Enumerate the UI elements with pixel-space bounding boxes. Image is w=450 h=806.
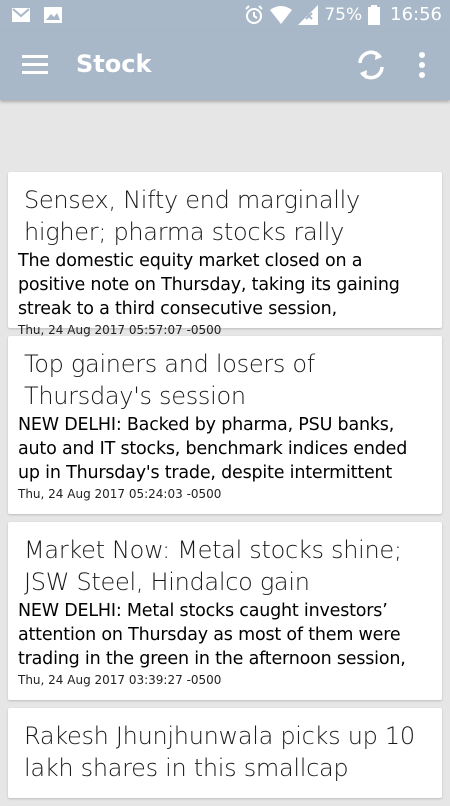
- news-date: Thu, 24 Aug 2017 03:39:27 -0500: [18, 673, 222, 687]
- news-description: NEW DELHI: Backed by pharma, PSU banks, …: [18, 415, 408, 483]
- image-icon: [44, 7, 62, 23]
- news-card[interactable]: Market Now: Metal stocks shine; JSW Stee…: [8, 522, 442, 700]
- news-card[interactable]: Rakesh Jhunjhunwala picks up 10 lakh sha…: [8, 708, 442, 798]
- refresh-icon[interactable]: [354, 48, 388, 82]
- news-feed: Sensex, Nifty end marginally higher; pha…: [8, 172, 442, 806]
- signal-icon: [298, 4, 319, 25]
- news-title: Market Now: Metal stocks shine; JSW Stee…: [24, 536, 402, 596]
- news-title: Rakesh Jhunjhunwala picks up 10 lakh sha…: [24, 722, 415, 782]
- news-title: Sensex, Nifty end marginally higher; pha…: [24, 186, 360, 246]
- alarm-icon: [245, 4, 264, 24]
- news-description: The domestic equity market closed on a p…: [18, 251, 400, 319]
- news-card[interactable]: Sensex, Nifty end marginally higher; pha…: [8, 172, 442, 337]
- news-title: Top gainers and losers of Thursday's ses…: [24, 350, 315, 410]
- app-bar: Stock: [0, 32, 450, 100]
- gmail-icon: [12, 8, 30, 22]
- news-date: Thu, 24 Aug 2017 05:24:03 -0500: [18, 487, 222, 501]
- more-options-icon[interactable]: [414, 50, 430, 80]
- battery-icon: [368, 4, 381, 25]
- clock: 16:56: [390, 4, 442, 25]
- battery-percent: 75%: [324, 4, 363, 25]
- news-date: Thu, 24 Aug 2017 05:57:07 -0500: [18, 323, 222, 337]
- news-card[interactable]: Top gainers and losers of Thursday's ses…: [8, 336, 442, 514]
- status-bar: 75% 16:56: [0, 0, 450, 32]
- wifi-icon: [270, 5, 293, 24]
- menu-icon[interactable]: [22, 54, 48, 76]
- page-title: Stock: [76, 50, 152, 78]
- news-description: NEW DELHI: Metal stocks caught investors…: [18, 601, 406, 669]
